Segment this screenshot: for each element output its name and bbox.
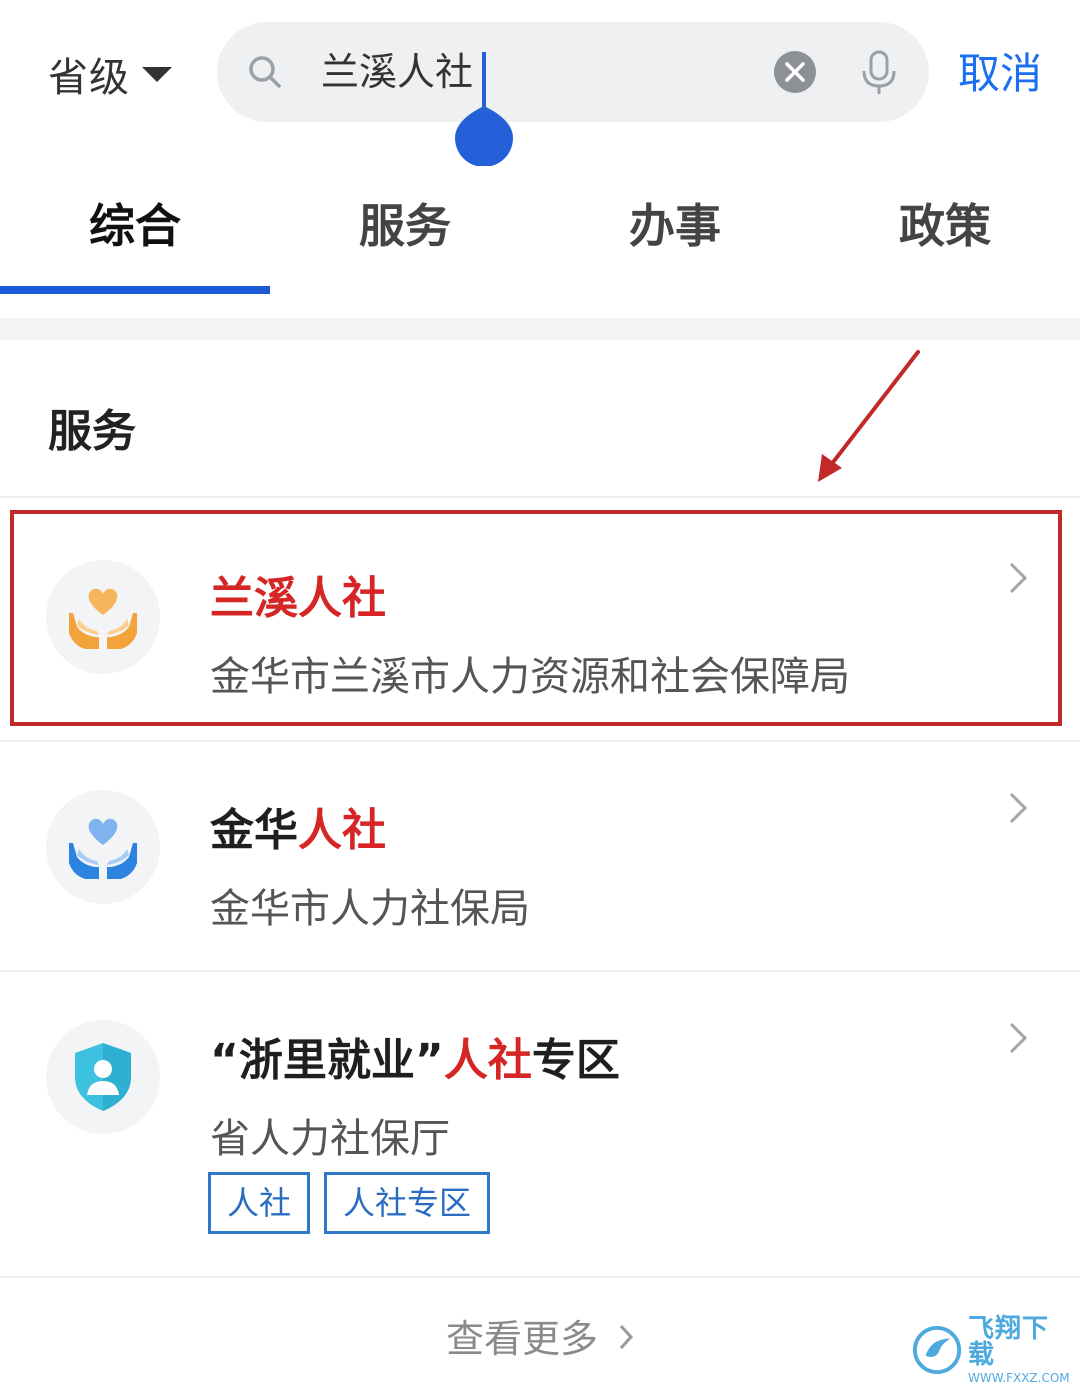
result-title-suffix: 专区 [531, 1035, 620, 1086]
tab-indicator [0, 286, 270, 294]
avatar [46, 1020, 160, 1134]
annotation-arrow [818, 350, 920, 482]
heart-hands-icon [69, 588, 137, 649]
list-item-lanxi-hrss[interactable]: 兰溪人社 金华市兰溪市人力资源和社会保障局 [0, 512, 1080, 724]
tab-affairs[interactable]: 办事 [540, 190, 810, 256]
cursor-handle-icon[interactable] [455, 102, 513, 166]
shield-user-icon [75, 1043, 131, 1111]
list-item-zheli-employment[interactable]: “浙里就业”人社专区 省人力社保厅 [0, 972, 1080, 1274]
result-subtitle: 金华市兰溪市人力资源和社会保障局 [210, 654, 850, 700]
region-select[interactable]: 省级 [48, 44, 172, 104]
cancel-button[interactable]: 取消 [958, 44, 1042, 104]
avatar [46, 560, 160, 674]
caret-down-icon [142, 66, 172, 82]
chevron-right-icon [619, 1324, 634, 1350]
result-subtitle: 金华市人力社保局 [210, 886, 530, 932]
result-title-highlight: 兰溪人社 [210, 573, 386, 624]
divider [0, 496, 1080, 498]
view-more-label: 查看更多 [445, 1317, 598, 1361]
tag-hrss[interactable]: 人社 [208, 1172, 311, 1234]
result-title: 兰溪人社 [210, 562, 386, 626]
watermark-main: 飞翔下载 [968, 1314, 1050, 1370]
site-logo-icon [912, 1325, 962, 1375]
chevron-right-icon [1009, 562, 1028, 594]
tab-comprehensive[interactable]: 综合 [0, 190, 270, 256]
chevron-right-icon [1009, 1022, 1028, 1054]
result-title-prefix: 金华 [210, 805, 298, 856]
search-input[interactable]: 兰溪人社 [217, 22, 929, 166]
watermark: 飞翔下载 WWW.FXXZ.COM [912, 1316, 1072, 1384]
watermark-text: 飞翔下载 WWW.FXXZ.COM [968, 1316, 1072, 1384]
watermark-sub: WWW.FXXZ.COM [968, 1371, 1070, 1385]
heart-hands-icon [69, 818, 137, 879]
list-item-jinhua-hrss[interactable]: 金华人社 金华市人力社保局 [0, 742, 1080, 970]
tab-services[interactable]: 服务 [270, 190, 540, 256]
avatar [46, 790, 160, 904]
result-title: 金华人社 [210, 794, 386, 858]
microphone-icon[interactable] [860, 50, 898, 96]
result-title-highlight: 人社 [298, 805, 386, 856]
search-value[interactable]: 兰溪人社 [321, 46, 473, 98]
clear-icon[interactable] [774, 51, 816, 93]
tab-policies[interactable]: 政策 [810, 190, 1080, 256]
chevron-right-icon [1009, 792, 1028, 824]
region-label: 省级 [48, 55, 130, 101]
section-separator [0, 318, 1080, 340]
section-title: 服务 [48, 406, 136, 457]
result-subtitle: 省人力社保厅 [210, 1116, 450, 1162]
result-title: “浙里就业”人社专区 [210, 1024, 620, 1088]
search-icon [249, 56, 281, 88]
tag-hrss-zone[interactable]: 人社专区 [324, 1172, 491, 1234]
result-title-prefix: “浙里就业” [210, 1035, 444, 1086]
divider [0, 1276, 1080, 1278]
tab-bar: 综合 服务 办事 政策 [0, 170, 1080, 294]
result-title-highlight: 人社 [443, 1035, 532, 1086]
tag-list: 人社 人社专区 [208, 1172, 504, 1234]
